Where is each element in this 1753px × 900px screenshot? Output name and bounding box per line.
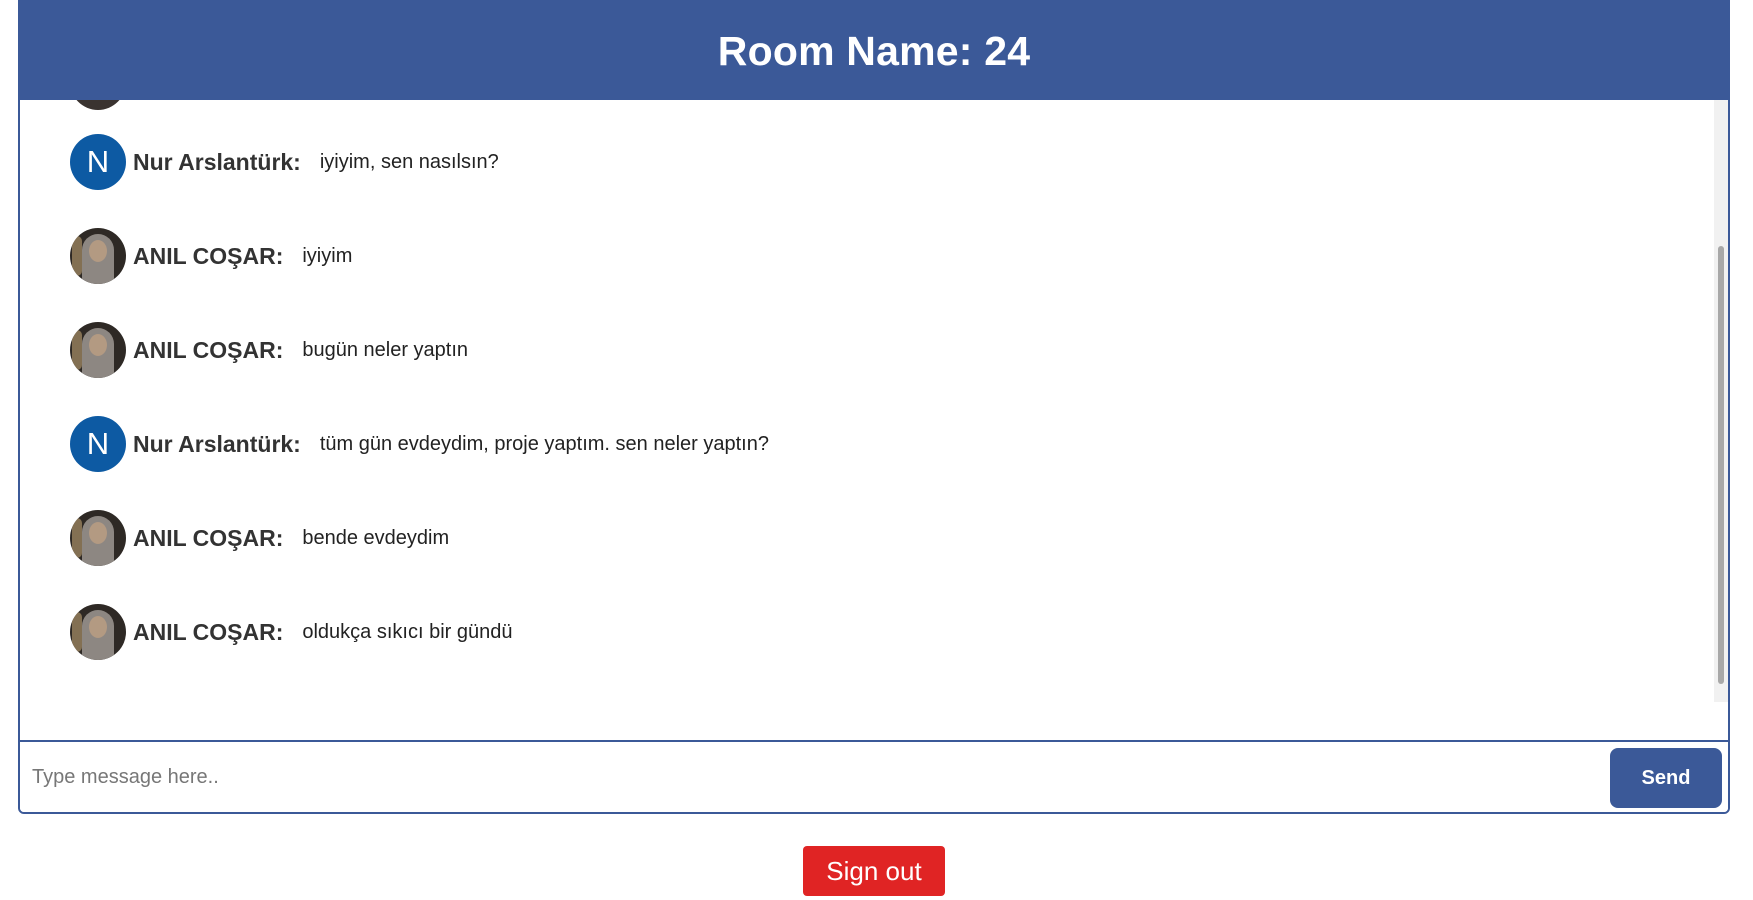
avatar [70,604,126,660]
chat-room-panel: Room Name: 24 N Nur Arslantürk: iyiyim, … [18,0,1730,814]
scrollbar-thumb[interactable] [1718,246,1724,684]
message-text: iyiyim, sen nasılsın? [319,150,499,173]
message-item: N Nur Arslantürk: tüm gün evdeydim, proj… [70,416,769,472]
sign-out-button[interactable]: Sign out [803,846,945,896]
message-item: ANIL COŞAR: bugün neler yaptın [70,322,468,378]
message-item: ANIL COŞAR: bende evdeydim [70,510,449,566]
avatar [70,228,126,284]
message-text: bende evdeydim [302,526,450,549]
message-composer: Send [20,740,1728,812]
message-item: ANIL COŞAR: iyiyim [70,228,352,284]
avatar: N [70,416,126,472]
message-list-scrollbar[interactable] [1714,100,1728,702]
message-sender: ANIL COŞAR: [133,524,284,551]
message-sender: Nur Arslantürk: [133,148,301,175]
avatar-letter: N [86,144,110,179]
message-list[interactable]: N Nur Arslantürk: iyiyim, sen nasılsın? … [20,100,1728,740]
message-sender: ANIL COŞAR: [133,336,284,363]
message-input[interactable] [20,742,1600,812]
message-sender: Nur Arslantürk: [133,430,301,457]
avatar [70,100,126,110]
avatar-letter: N [86,426,110,461]
send-button[interactable]: Send [1610,748,1722,808]
message-sender: ANIL COŞAR: [133,242,284,269]
message-text: oldukça sıkıcı bir gündü [302,620,513,643]
room-title: Room Name: 24 [717,27,1031,74]
room-header: Room Name: 24 [20,2,1728,100]
message-text: bugün neler yaptın [302,338,469,361]
avatar [70,510,126,566]
message-item: ANIL COŞAR: oldukça sıkıcı bir gündü [70,604,512,660]
message-sender: ANIL COŞAR: [133,618,284,645]
message-text: iyiyim [302,244,353,267]
message-text: tüm gün evdeydim, proje yaptım. sen nele… [319,432,769,455]
message-item: N Nur Arslantürk: iyiyim, sen nasılsın? [70,134,499,190]
avatar: N [70,134,126,190]
avatar [70,322,126,378]
